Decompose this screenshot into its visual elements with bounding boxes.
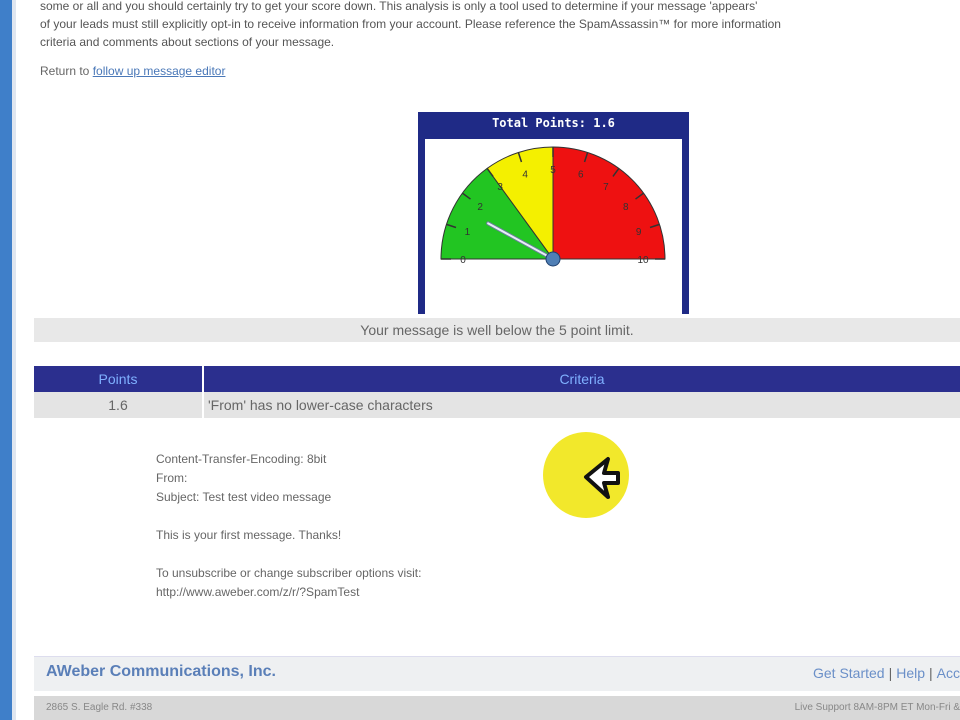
return-prefix: Return to [40, 64, 90, 78]
footer-links: Get Started | Help | Acc [812, 665, 960, 681]
message-body: This is your first message. Thanks! [156, 528, 342, 542]
gauge-hub [545, 251, 561, 267]
gauge-zone-red [552, 146, 666, 260]
limit-status: Your message is well below the 5 point l… [34, 318, 960, 342]
gauge-tick-label: 5 [550, 165, 556, 176]
points-header[interactable]: Points [34, 366, 204, 392]
criteria-header-row: Points Criteria [34, 366, 960, 392]
gauge-tick-label: 4 [522, 169, 528, 180]
criteria-table: Points Criteria 1.6 'From' has no lower-… [34, 366, 960, 418]
row-criteria: 'From' has no lower-case characters [203, 392, 960, 418]
table-row: 1.6 'From' has no lower-case characters [34, 392, 960, 418]
intro-text: some or all and you should certainly try… [40, 0, 960, 51]
message-preview: Content-Transfer-Encoding: 8bit From: Su… [156, 450, 421, 602]
gauge-tick-label: 2 [477, 202, 483, 213]
header-line: From: [156, 471, 188, 485]
gauge-tick-label: 9 [636, 227, 642, 238]
footer-brand: AWeber Communications, Inc. [46, 663, 276, 680]
left-rail [0, 0, 12, 720]
unsubscribe-text: To unsubscribe or change subscriber opti… [156, 566, 422, 580]
header-line: Subject: Test test video message [156, 490, 332, 504]
site-footer: AWeber Communications, Inc. Get Started |… [34, 656, 960, 691]
gauge-tick-label: 1 [465, 227, 471, 238]
spam-score-meter: Total Points: 1.6 0 1 2 3 4 5 6 7 8 9 10 Your Spam… [418, 112, 689, 401]
criteria-header[interactable]: Criteria [203, 366, 960, 392]
meter-caption: Your SpamAssassin (tm) Score [460, 292, 647, 305]
mouse-pointer-icon [584, 457, 620, 499]
return-line: Return to follow up message editor [40, 64, 225, 78]
gauge-tick-label: 3 [497, 182, 503, 193]
footer-link-help[interactable]: Help [896, 665, 925, 681]
follow-up-editor-link[interactable]: follow up message editor [93, 64, 226, 78]
row-points: 1.6 [34, 392, 204, 418]
intro-line-3: criteria and comments about sections of … [40, 35, 335, 49]
gauge-tick-label: 8 [623, 202, 629, 213]
intro-line-1: some or all and you should certainly try… [40, 0, 758, 13]
company-address: 2865 S. Eagle Rd. #338 [46, 702, 153, 713]
live-support-hours: Live Support 8AM-8PM ET Mon-Fri & [794, 702, 960, 713]
meter-gauge: 0 1 2 3 4 5 6 7 8 9 10 [440, 146, 666, 267]
gauge-tick-label: 7 [603, 182, 609, 193]
unsubscribe-url: http://www.aweber.com/z/r/?SpamTest [156, 585, 360, 599]
left-rail-edge [12, 0, 16, 720]
gauge-tick-label: 0 [460, 255, 466, 266]
meter-title: Total Points: 1.6 [492, 116, 615, 130]
gauge-tick-label: 6 [578, 169, 584, 180]
footer-link-get-started[interactable]: Get Started [813, 665, 885, 681]
header-line: Content-Transfer-Encoding: 8bit [156, 452, 327, 466]
intro-line-2: of your leads must still explicitly opt-… [40, 17, 781, 31]
gauge-tick-label: 10 [637, 255, 649, 266]
address-bar: 2865 S. Eagle Rd. #338 Live Support 8AM-… [34, 696, 960, 720]
footer-link-account[interactable]: Acc [937, 665, 960, 681]
